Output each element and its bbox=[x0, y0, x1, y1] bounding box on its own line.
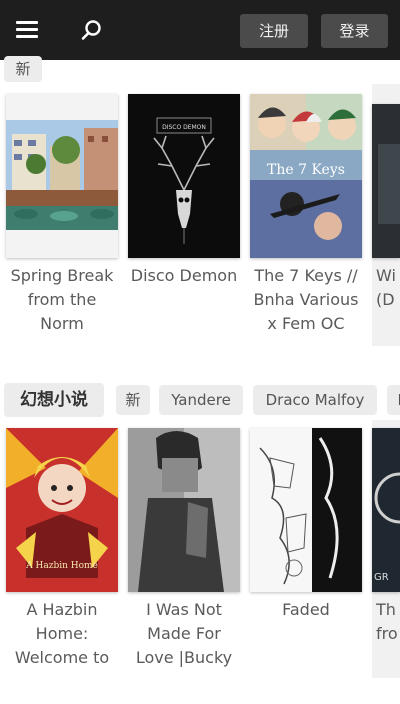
tag-chip[interactable]: Yandere bbox=[159, 385, 243, 415]
story-cover: GR bbox=[372, 428, 400, 592]
story-cover bbox=[6, 94, 118, 258]
story-title[interactable]: Th fro bbox=[376, 598, 400, 646]
login-button[interactable]: 登录 bbox=[321, 14, 388, 48]
story-cover bbox=[372, 104, 400, 258]
story-cover: A Hazbin Home bbox=[6, 428, 118, 592]
tag-chip[interactable]: P bbox=[387, 385, 400, 415]
story-title[interactable]: I Was Not Made For Love |Bucky bbox=[122, 598, 246, 670]
tag-chip[interactable]: Draco Malfoy bbox=[253, 385, 377, 415]
story-cover bbox=[128, 428, 240, 592]
story-title[interactable]: Wi (D bbox=[376, 264, 400, 312]
story-cover: DISCO DEMON bbox=[128, 94, 240, 258]
story-title[interactable]: Disco Demon bbox=[122, 264, 246, 288]
story-title[interactable]: Spring Break from the Norm bbox=[0, 264, 124, 336]
register-button[interactable]: 注册 bbox=[240, 14, 308, 48]
tag-new[interactable]: 新 bbox=[4, 56, 42, 82]
cover-text: DISCO DEMON bbox=[162, 124, 206, 131]
top-nav-bar: 注册 登录 bbox=[0, 0, 400, 60]
story-title[interactable]: A Hazbin Home: Welcome to bbox=[0, 598, 124, 670]
story-cover bbox=[250, 428, 362, 592]
cover-text: A Hazbin Home bbox=[25, 561, 98, 571]
hamburger-menu-icon[interactable] bbox=[16, 19, 40, 39]
cover-text: GR bbox=[374, 572, 389, 583]
tag-chip[interactable]: 新 bbox=[116, 385, 150, 415]
cover-text: The 7 Keys bbox=[267, 162, 345, 178]
search-icon[interactable] bbox=[80, 18, 104, 42]
story-title[interactable]: The 7 Keys // Bnha Various x Fem OC bbox=[244, 264, 368, 336]
section-title[interactable]: 幻想小说 bbox=[4, 383, 104, 417]
story-cover: The 7 Keys bbox=[250, 94, 362, 258]
story-title[interactable]: Faded bbox=[244, 598, 368, 622]
